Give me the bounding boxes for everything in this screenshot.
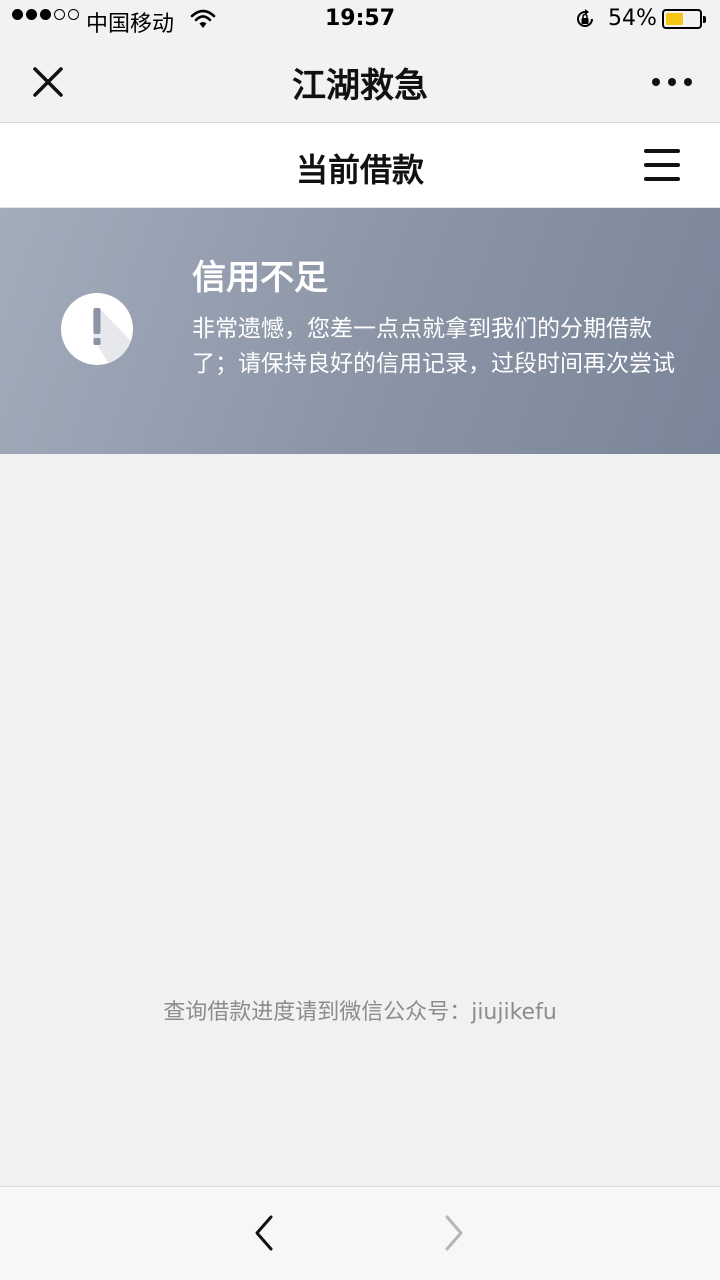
page-header: 当前借款 (0, 123, 720, 208)
chevron-left-icon[interactable] (244, 1213, 284, 1253)
credit-status-banner: 信用不足 非常遗憾，您差一点点就拿到我们的分期借款了；请保持良好的信用记录，过段… (0, 208, 720, 454)
battery-percent: 54% (608, 6, 657, 31)
rotation-lock-icon (577, 9, 593, 27)
banner-title: 信用不足 (192, 258, 328, 298)
more-dot (652, 78, 660, 86)
more-dot (684, 78, 692, 86)
bottom-toolbar (0, 1186, 720, 1280)
banner-message: 非常遗憾，您差一点点就拿到我们的分期借款了；请保持良好的信用记录，过段时间再次尝… (192, 316, 675, 377)
battery-nub (703, 16, 706, 23)
page-title: 当前借款 (295, 151, 424, 189)
battery-icon (662, 9, 706, 29)
battery-level (666, 13, 683, 25)
chevron-right-icon (445, 1215, 463, 1251)
screen: 中国移动 19:57 54% 江湖救急 当前借款 信用不足 非常遗憾，您差一点点… (0, 0, 720, 1280)
footer-note: 查询借款进度请到微信公众号：jiujikefu (163, 1000, 557, 1025)
nav-title: 江湖救急 (292, 66, 428, 106)
more-dots-icon[interactable] (644, 64, 700, 100)
exclamation-circle-icon (61, 293, 133, 365)
menu-line (644, 163, 680, 167)
status-bar: 中国移动 19:57 54% (0, 0, 720, 40)
nav-bar: 江湖救急 (0, 40, 720, 123)
menu-line (644, 177, 680, 181)
menu-line (644, 149, 680, 153)
more-dot (668, 78, 676, 86)
hamburger-menu-icon[interactable] (644, 149, 680, 181)
